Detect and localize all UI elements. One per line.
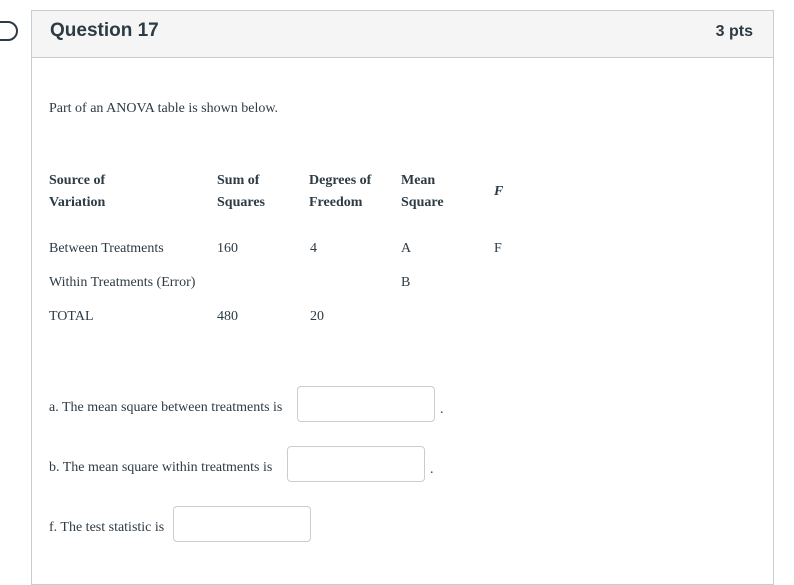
question-a-suffix: . xyxy=(440,402,444,417)
header-source-line2: Variation xyxy=(49,195,106,210)
question-f-label: f. The test statistic is xyxy=(49,520,165,535)
header-source: Source of Variation xyxy=(49,170,105,214)
header-f: F xyxy=(494,184,504,199)
row-between-df: 4 xyxy=(310,241,317,256)
answer-f-input[interactable] xyxy=(173,506,311,542)
question-intro: Part of an ANOVA table is shown below. xyxy=(49,101,279,116)
row-total-ss: 480 xyxy=(217,309,238,324)
row-between-ss: 160 xyxy=(217,241,238,256)
header-source-line1: Source of xyxy=(49,173,106,188)
question-b-suffix: . xyxy=(430,462,434,477)
row-between-f: F xyxy=(494,241,502,256)
header-mean-square: Mean Square xyxy=(401,170,444,214)
header-df-line2: Freedom xyxy=(309,195,363,210)
row-total-source: TOTAL xyxy=(49,309,94,324)
header-ss-line1: Sum of xyxy=(217,173,260,188)
question-card: Question 17 3 pts xyxy=(31,10,774,585)
row-between-ms: A xyxy=(401,241,412,256)
question-b-label: b. The mean square within treatments is xyxy=(49,460,273,475)
header-ms-line1: Mean xyxy=(401,173,436,188)
question-title: Question 17 xyxy=(50,20,159,41)
header-sum-of-squares: Sum of Squares xyxy=(217,170,265,214)
row-within-ms: B xyxy=(401,275,411,290)
question-a-label: a. The mean square between treatments is xyxy=(49,400,283,415)
header-ms-line2: Square xyxy=(401,195,444,210)
header-df-line1: Degrees of xyxy=(309,173,372,188)
row-total-df: 20 xyxy=(310,309,324,324)
header-degrees-of-freedom: Degrees of Freedom xyxy=(309,170,371,214)
answer-a-input[interactable] xyxy=(297,386,435,422)
row-between-source: Between Treatments xyxy=(49,241,164,256)
flag-question-icon[interactable] xyxy=(0,21,18,41)
question-header: Question 17 3 pts xyxy=(32,11,773,58)
header-ss-line2: Squares xyxy=(217,195,265,210)
row-within-source: Within Treatments (Error) xyxy=(49,275,196,290)
question-points: 3 pts xyxy=(715,23,753,40)
answer-b-input[interactable] xyxy=(287,446,425,482)
